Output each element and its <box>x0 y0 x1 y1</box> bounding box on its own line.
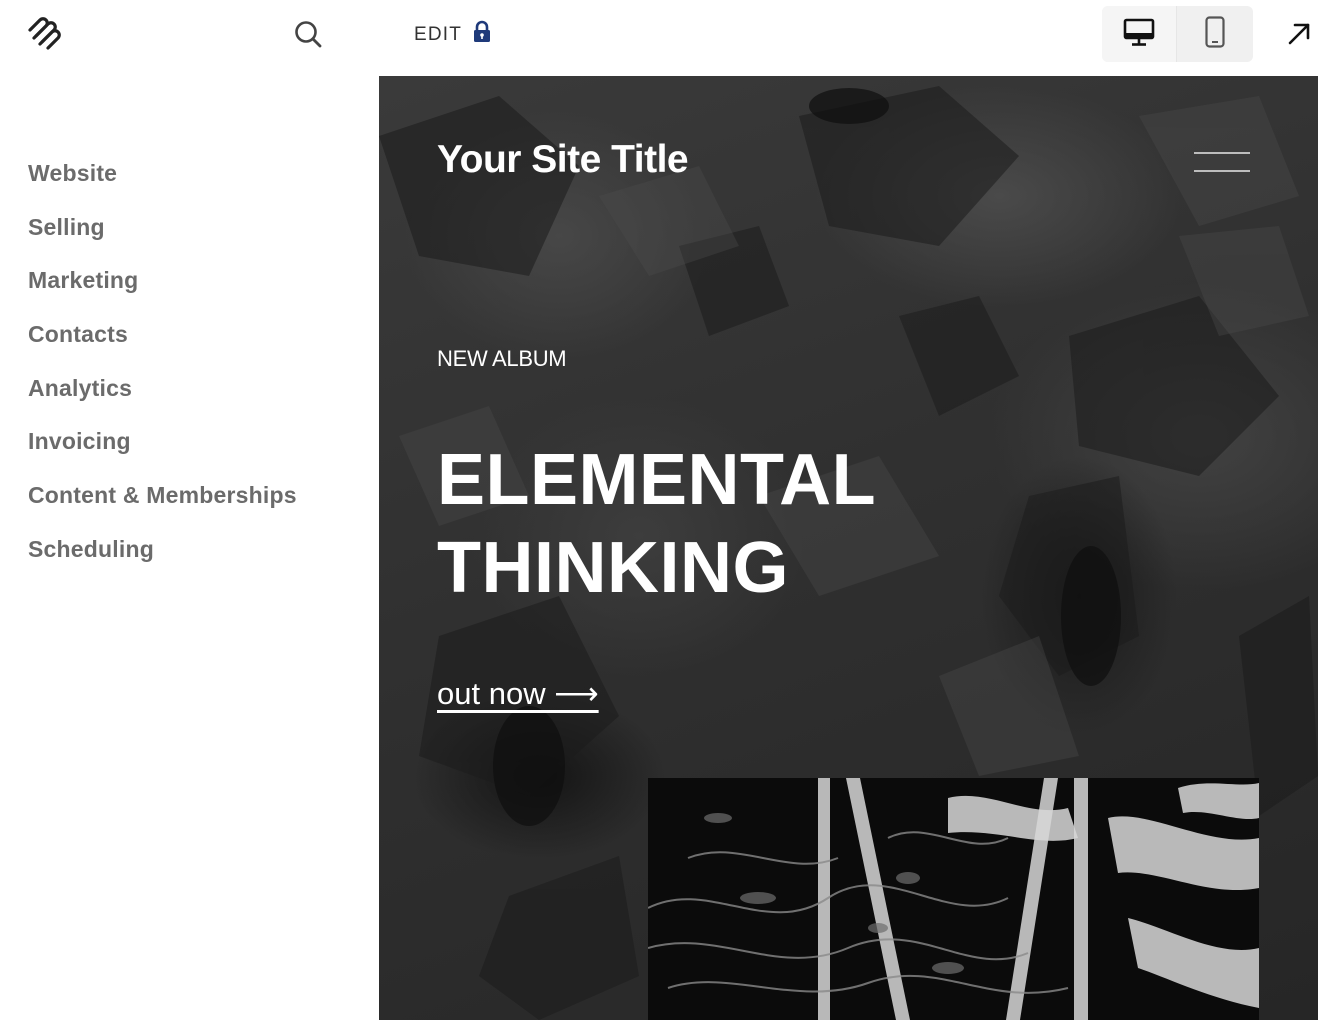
editor-topbar: EDIT <box>379 0 1320 76</box>
edit-button[interactable]: EDIT <box>414 20 492 49</box>
arrow-up-right-icon[interactable] <box>1283 18 1315 50</box>
desktop-view-button[interactable] <box>1102 6 1177 62</box>
album-cover-image[interactable] <box>648 778 1259 1020</box>
sidebar-item-selling[interactable]: Selling <box>28 210 297 264</box>
sidebar-item-marketing[interactable]: Marketing <box>28 263 297 317</box>
headline-line-1: ELEMENTAL <box>437 440 877 520</box>
hamburger-menu-icon[interactable] <box>1194 152 1250 174</box>
sidebar-item-website[interactable]: Website <box>28 156 297 210</box>
sidebar-item-invoicing[interactable]: Invoicing <box>28 424 297 478</box>
mobile-view-button[interactable] <box>1177 6 1252 62</box>
lock-icon <box>472 20 492 49</box>
sidebar: Website Selling Marketing Contacts Analy… <box>0 0 379 1020</box>
sidebar-nav: Website Selling Marketing Contacts Analy… <box>28 156 297 586</box>
squarespace-logo-icon[interactable] <box>24 16 64 52</box>
sidebar-item-content-memberships[interactable]: Content & Memberships <box>28 478 297 532</box>
site-title[interactable]: Your Site Title <box>437 138 689 182</box>
out-now-link[interactable]: out now ⟶ <box>437 676 599 712</box>
album-headline: ELEMENTAL THINKING <box>437 436 876 612</box>
desktop-icon <box>1123 17 1155 52</box>
mobile-icon <box>1204 15 1226 53</box>
album-kicker: NEW ALBUM <box>437 346 567 371</box>
search-icon[interactable] <box>292 18 324 50</box>
sidebar-item-scheduling[interactable]: Scheduling <box>28 532 297 586</box>
headline-line-2: THINKING <box>437 528 789 608</box>
sidebar-item-analytics[interactable]: Analytics <box>28 371 297 425</box>
site-preview[interactable]: Your Site Title NEW ALBUM ELEMENTAL THIN… <box>379 76 1318 1020</box>
sidebar-item-contacts[interactable]: Contacts <box>28 317 297 371</box>
device-view-toggle <box>1102 6 1253 62</box>
edit-label: EDIT <box>414 23 463 45</box>
